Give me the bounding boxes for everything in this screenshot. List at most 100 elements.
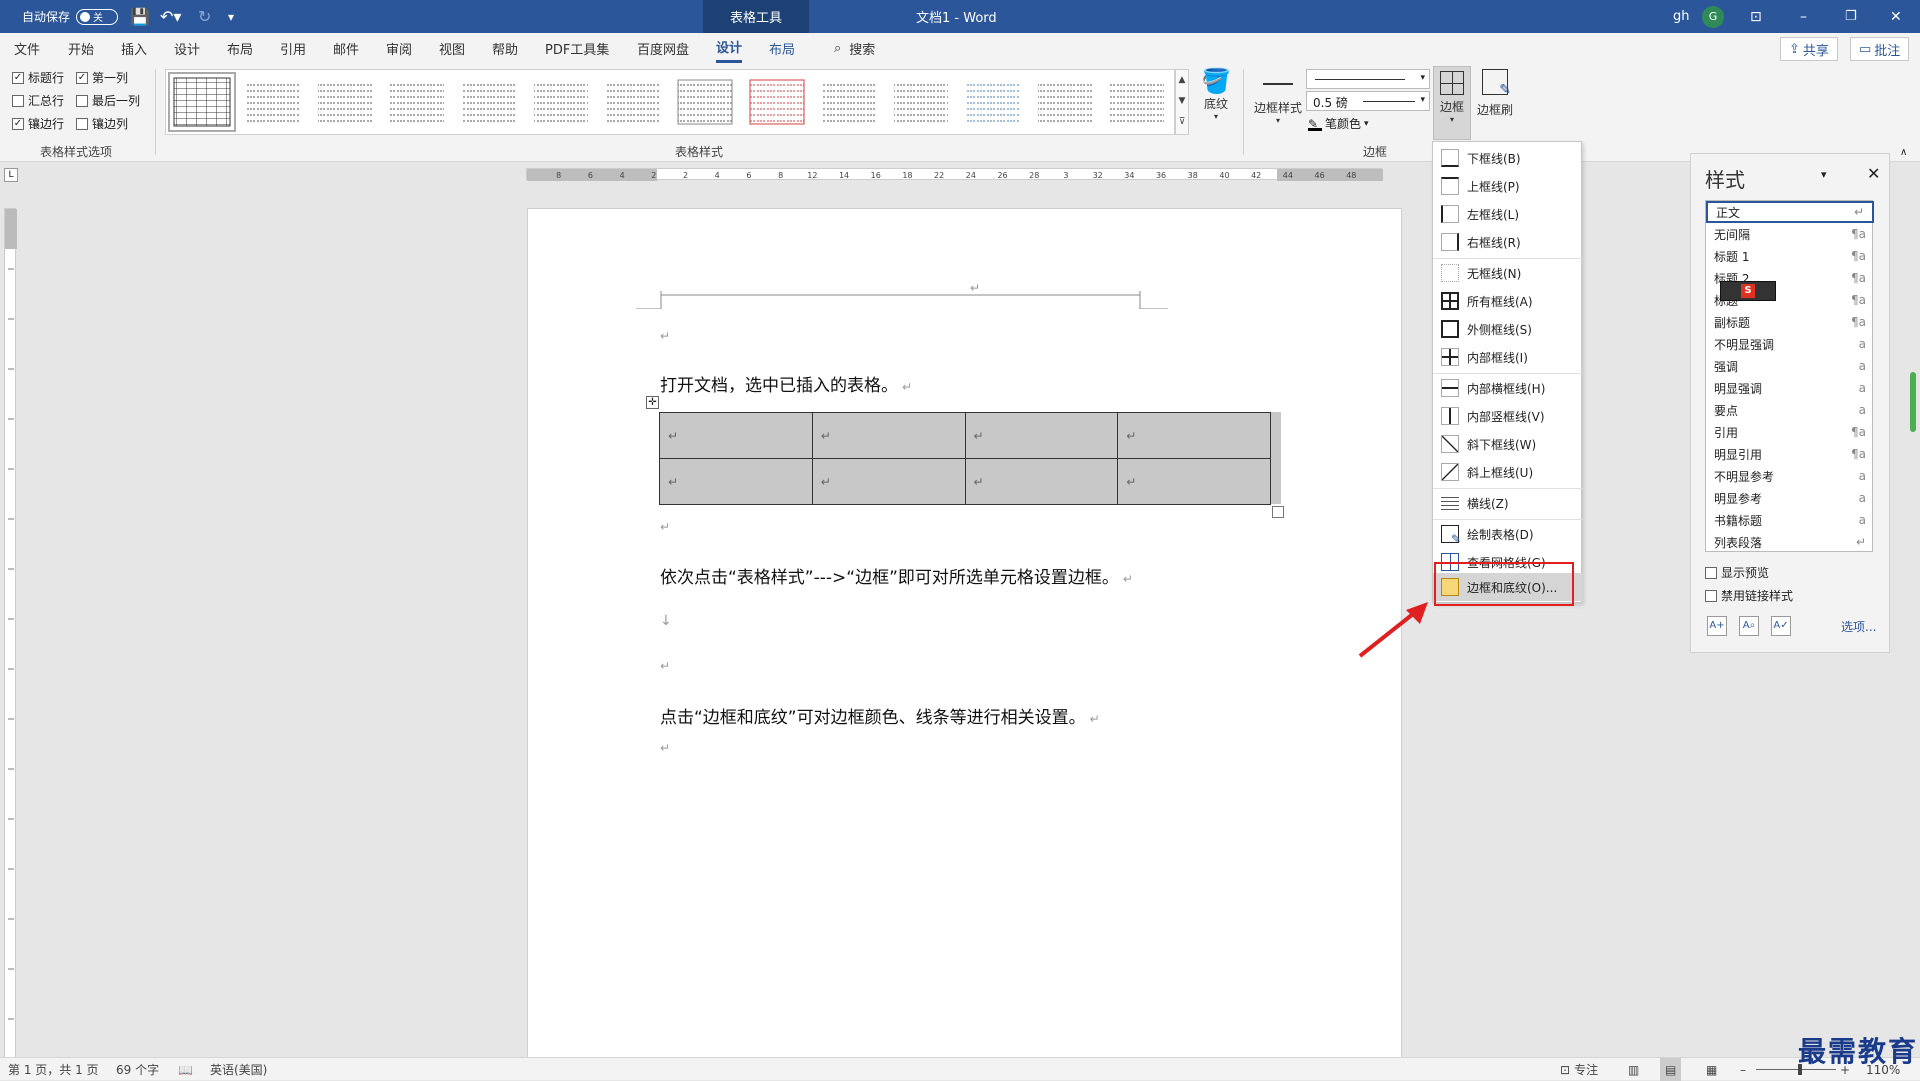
focus-mode[interactable]: ⊡ 专注 <box>1560 1058 1598 1081</box>
menu-item-outside-borders[interactable]: 外侧框线(S) <box>1433 316 1583 342</box>
style-item[interactable]: 引用 ¶a <box>1706 421 1874 443</box>
customize-qat-icon[interactable]: ▾ <box>228 0 234 33</box>
menu-item-right-border[interactable]: 右框线(R) <box>1433 229 1583 255</box>
line-weight-select[interactable]: 0.5 磅 ▾ <box>1306 91 1430 111</box>
first-column-checkbox[interactable]: ✓ 第一列 <box>76 69 128 86</box>
close-pane-icon[interactable]: ✕ <box>1867 164 1880 183</box>
show-preview-checkbox[interactable]: 显示预览 <box>1705 564 1769 581</box>
style-item[interactable]: 明显引用 ¶a <box>1706 443 1874 465</box>
table-cell[interactable]: ↵ <box>1117 412 1271 459</box>
vertical-ruler[interactable] <box>4 208 17 1058</box>
autosave-toggle[interactable]: 关 <box>76 8 119 25</box>
table-cell[interactable]: ↵ <box>659 412 813 459</box>
menu-item-no-border[interactable]: 无框线(N) <box>1433 260 1583 286</box>
comments-button[interactable]: ▭ 批注 <box>1850 37 1910 61</box>
tab-selector[interactable]: L <box>4 168 18 182</box>
menu-item-draw-table[interactable]: ✎ 绘制表格(D) <box>1433 521 1583 547</box>
restore-button[interactable]: ❐ <box>1845 0 1857 33</box>
style-item[interactable]: 标题 1 ¶a <box>1706 245 1874 267</box>
options-link[interactable]: 选项... <box>1841 618 1876 635</box>
page-count[interactable]: 第 1 页，共 1 页 <box>8 1058 99 1081</box>
save-icon[interactable]: 💾 <box>130 0 150 33</box>
style-item[interactable]: 明显强调 a <box>1706 377 1874 399</box>
style-item[interactable]: 强调 a <box>1706 355 1874 377</box>
vertical-scrollbar[interactable] <box>1910 372 1916 432</box>
gallery-down-icon[interactable]: ▼ <box>1176 91 1188 112</box>
banded-rows-checkbox[interactable]: ✓ 镶边行 <box>12 115 64 132</box>
tab-references[interactable]: 引用 <box>280 33 306 63</box>
menu-item-top-border[interactable]: 上框线(P) <box>1433 173 1583 199</box>
style-item[interactable]: 明显参考 a <box>1706 487 1874 509</box>
table-cell[interactable]: ↵ <box>964 458 1119 505</box>
menu-item-diagonal-down[interactable]: 斜下框线(W) <box>1433 431 1583 457</box>
instruction-line-3[interactable]: 点击“边框和底纹”可对边框颜色、线条等进行相关设置。 ↵ <box>660 703 1100 728</box>
collapse-ribbon-icon[interactable]: ∧ <box>1900 147 1907 158</box>
document-table[interactable]: ↵ ↵ ↵ ↵ ↵ ↵ ↵ ↵ <box>659 412 1271 505</box>
proofing-icon[interactable]: 📖 <box>178 1058 193 1081</box>
pane-options-icon[interactable]: ▾ <box>1821 168 1827 181</box>
menu-item-horizontal-line[interactable]: 横线(Z) <box>1433 490 1583 516</box>
style-item[interactable]: 不明显参考 a <box>1706 465 1874 487</box>
style-item[interactable]: 副标题 ¶a <box>1706 311 1874 333</box>
table-cell[interactable]: ↵ <box>811 458 966 505</box>
last-column-checkbox[interactable]: 最后一列 <box>76 92 140 109</box>
tab-mailings[interactable]: 邮件 <box>333 33 359 63</box>
web-layout-icon[interactable]: ▦ <box>1706 1058 1717 1081</box>
menu-item-all-borders[interactable]: 所有框线(A) <box>1433 288 1583 314</box>
avatar[interactable]: G <box>1702 5 1724 28</box>
style-item[interactable]: 书籍标题 a <box>1706 509 1874 531</box>
menu-item-bottom-border[interactable]: 下框线(B) <box>1433 145 1583 171</box>
pen-color-button[interactable]: ✎ 笔颜色 ▾ <box>1308 115 1369 132</box>
table-cell[interactable]: ↵ <box>1117 458 1271 505</box>
menu-item-diagonal-up[interactable]: 斜上框线(U) <box>1433 459 1583 485</box>
tab-table-design[interactable]: 设计 <box>716 33 743 63</box>
print-layout-icon[interactable]: ▤ <box>1660 1058 1682 1081</box>
tab-baidu-netdisk[interactable]: 百度网盘 <box>637 33 689 63</box>
share-button[interactable]: ⇪ 共享 <box>1780 37 1838 61</box>
user-name[interactable]: gh <box>1673 0 1690 33</box>
table-move-handle-icon[interactable]: ✛ <box>646 396 659 409</box>
line-style-select[interactable]: ▾ <box>1306 69 1430 89</box>
tab-view[interactable]: 视图 <box>439 33 465 63</box>
header-row-checkbox[interactable]: ✓ 标题行 <box>12 69 64 86</box>
instruction-line-1[interactable]: 打开文档，选中已插入的表格。 ↵ <box>660 371 912 396</box>
floating-toolbar-icon[interactable]: S <box>1720 281 1776 301</box>
close-button[interactable]: ✕ <box>1890 0 1902 33</box>
tab-review[interactable]: 审阅 <box>386 33 412 63</box>
table-resize-handle-icon[interactable] <box>1272 506 1284 518</box>
style-item[interactable]: 无间隔 ¶a <box>1706 223 1874 245</box>
tab-table-layout[interactable]: 布局 <box>769 33 795 63</box>
manage-styles-icon[interactable]: A✓ <box>1771 616 1791 636</box>
gallery-more-icon[interactable]: ⊽ <box>1176 112 1188 133</box>
language[interactable]: 英语(美国) <box>210 1058 267 1081</box>
redo-icon[interactable]: ↻ <box>198 0 211 33</box>
menu-item-left-border[interactable]: 左框线(L) <box>1433 201 1583 227</box>
tab-insert[interactable]: 插入 <box>121 33 147 63</box>
instruction-line-2[interactable]: 依次点击“表格样式”--->“边框”即可对所选单元格设置边框。 ↵ <box>660 563 1133 588</box>
read-mode-icon[interactable]: ▥ <box>1628 1058 1639 1081</box>
new-style-icon[interactable]: A+ <box>1707 616 1727 636</box>
menu-item-inside-borders[interactable]: 内部框线(I) <box>1433 344 1583 370</box>
gallery-scroll[interactable]: ▲ ▼ ⊽ <box>1175 69 1189 135</box>
tab-design[interactable]: 设计 <box>174 33 200 63</box>
tab-home[interactable]: 开始 <box>68 33 94 63</box>
table-cell[interactable]: ↵ <box>659 458 813 505</box>
table-cell[interactable]: ↵ <box>811 412 966 459</box>
ribbon-display-icon[interactable]: ⊡ <box>1750 0 1762 33</box>
minimize-button[interactable]: – <box>1800 0 1807 33</box>
table-style-thumbnails[interactable] <box>166 70 1174 134</box>
border-styles-button[interactable]: 边框样式 ▾ <box>1250 67 1306 125</box>
undo-icon[interactable]: ↶▾ <box>160 0 181 33</box>
tab-file[interactable]: 文件 <box>14 33 40 63</box>
banded-columns-checkbox[interactable]: 镶边列 <box>76 115 128 132</box>
disable-linked-styles-checkbox[interactable]: 禁用链接样式 <box>1705 587 1793 604</box>
table-cell[interactable]: ↵ <box>964 412 1119 459</box>
menu-item-inside-horizontal[interactable]: 内部横框线(H) <box>1433 375 1583 401</box>
style-item[interactable]: 要点 a <box>1706 399 1874 421</box>
shading-button[interactable]: 🪣 底纹 ▾ <box>1198 67 1234 121</box>
autosave-area[interactable]: 自动保存 关 <box>22 0 119 33</box>
style-inspector-icon[interactable]: A⌕ <box>1739 616 1759 636</box>
style-item[interactable]: 不明显强调 a <box>1706 333 1874 355</box>
tab-pdf-tools[interactable]: PDF工具集 <box>545 33 609 63</box>
zoom-out-button[interactable]: – <box>1740 1058 1746 1081</box>
